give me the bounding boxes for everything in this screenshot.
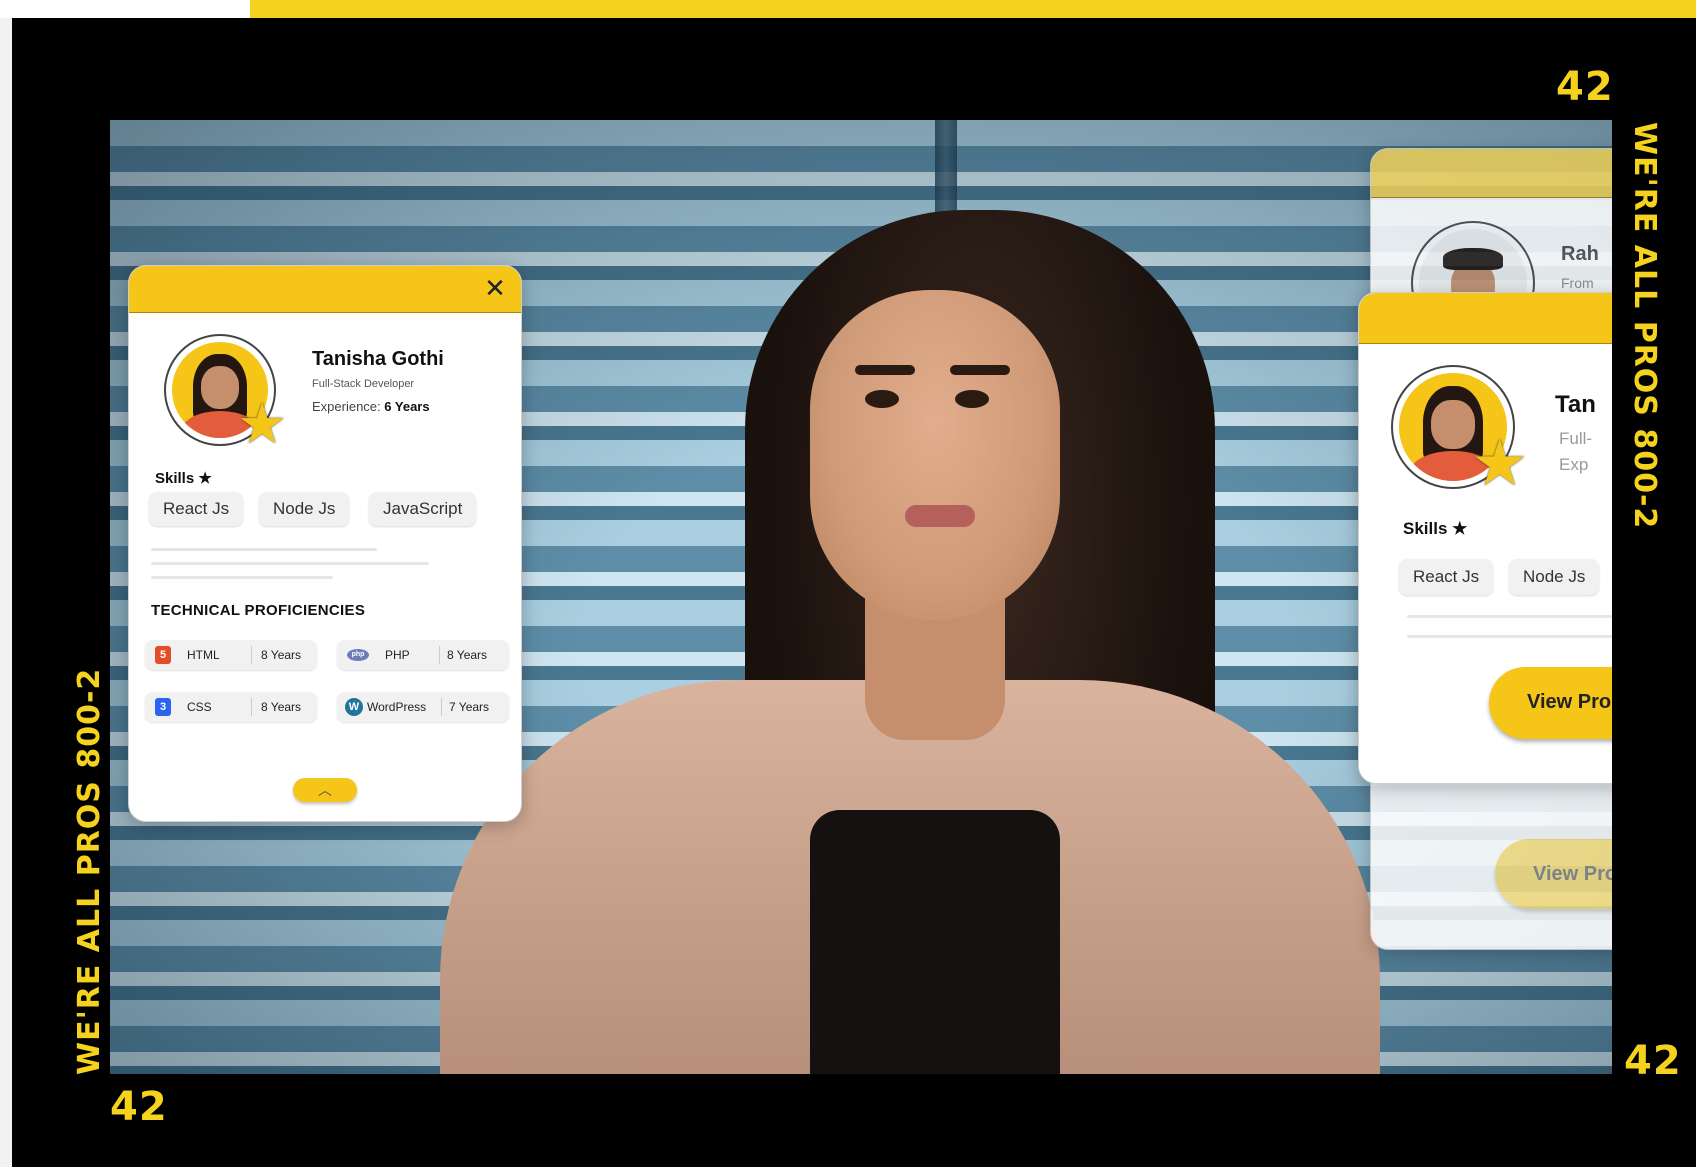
- page-number-bottom-left: 42: [110, 1084, 168, 1130]
- side-text-left: WE'RE ALL PROS 800-2: [72, 667, 107, 1075]
- background-card-header: [1371, 149, 1612, 198]
- skill-chip[interactable]: JavaScript: [369, 492, 477, 526]
- hero-photo: ✕ ★ Tanisha Gothi Full-Stack Developer E…: [110, 120, 1612, 1074]
- person-lips: [905, 505, 975, 527]
- star-icon: ★: [237, 392, 288, 455]
- proficiency-name: CSS: [187, 700, 212, 714]
- star-icon: ★: [1471, 427, 1529, 499]
- secondary-skills-title: Skills ★: [1403, 519, 1468, 538]
- left-eyebrow: [855, 365, 915, 375]
- placeholder-line: [151, 548, 377, 551]
- avatar-hair: [1442, 248, 1504, 271]
- collapse-button[interactable]: ︿: [293, 778, 357, 802]
- secondary-profile-experience: Exp: [1559, 455, 1589, 474]
- divider: [251, 698, 252, 716]
- person-top: [810, 810, 1060, 1074]
- html5-icon: 5: [155, 646, 171, 664]
- left-eye: [865, 390, 899, 408]
- proficiency-years: 8 Years: [447, 648, 488, 662]
- person-face: [810, 290, 1060, 620]
- placeholder-line: [1407, 635, 1612, 638]
- secondary-card-header: [1359, 293, 1612, 344]
- page: 42 42 42 WE'RE ALL PROS 800-2 WE'RE ALL …: [0, 0, 1696, 1167]
- top-white-strip: [0, 0, 250, 18]
- secondary-profile-card: ★ Tan Full- Exp Skills ★ React Js Node J…: [1358, 292, 1612, 784]
- php-icon: php: [347, 649, 369, 661]
- avatar-face: [1431, 400, 1475, 449]
- background-profile-name: Rah: [1561, 243, 1599, 265]
- placeholder-line: [151, 576, 333, 579]
- secondary-profile-role: Full-: [1559, 429, 1593, 448]
- skill-chip[interactable]: React Js: [1399, 559, 1494, 595]
- experience-label: Experience:: [312, 399, 381, 414]
- skill-chip[interactable]: Node Js: [259, 492, 350, 526]
- avatar-face: [200, 366, 240, 410]
- css3-icon: 3: [155, 698, 171, 716]
- left-edge-strip: [0, 0, 12, 1167]
- proficiency-years: 8 Years: [261, 648, 302, 662]
- proficiency-css: 3 CSS 8 Years: [145, 692, 317, 722]
- experience-value: 6 Years: [384, 399, 430, 414]
- proficiency-name: WordPress: [367, 700, 427, 714]
- proficiency-php: php PHP 8 Years: [337, 640, 509, 670]
- side-text-right: WE'RE ALL PROS 800-2: [1627, 122, 1662, 530]
- page-number-bottom-right: 42: [1624, 1038, 1682, 1084]
- divider: [439, 646, 440, 664]
- profile-experience: Experience: 6 Years: [312, 399, 430, 414]
- top-accent-bar: [235, 0, 1696, 18]
- profile-card-header: [129, 266, 521, 313]
- placeholder-line: [1407, 615, 1612, 618]
- background-profile-role: From: [1561, 275, 1594, 291]
- proficiency-years: 7 Years: [449, 700, 490, 714]
- chevron-up-icon: ︿: [318, 782, 332, 798]
- proficiency-html: 5 HTML 8 Years: [145, 640, 317, 670]
- wordpress-icon: W: [345, 698, 363, 716]
- right-eyebrow: [950, 365, 1010, 375]
- skill-chip[interactable]: Node Js: [1509, 559, 1600, 595]
- skills-title: Skills ★: [155, 470, 212, 487]
- right-eye: [955, 390, 989, 408]
- profile-card: ✕ ★ Tanisha Gothi Full-Stack Developer E…: [128, 265, 522, 822]
- secondary-profile-name: Tan: [1555, 391, 1596, 418]
- proficiency-wordpress: W WordPress 7 Years: [337, 692, 509, 722]
- close-icon[interactable]: ✕: [483, 275, 507, 301]
- skill-chip[interactable]: React Js: [149, 492, 244, 526]
- faded-view-profile-button[interactable]: View Pro: [1495, 839, 1612, 909]
- divider: [441, 698, 442, 716]
- proficiency-name: HTML: [187, 648, 220, 662]
- profile-name: Tanisha Gothi: [312, 348, 444, 370]
- profile-role: Full-Stack Developer: [312, 378, 415, 390]
- divider: [251, 646, 252, 664]
- placeholder-line: [151, 562, 429, 565]
- page-number-top-right: 42: [1556, 64, 1614, 110]
- proficiency-years: 8 Years: [261, 700, 302, 714]
- technical-proficiencies-title: TECHNICAL PROFICIENCIES: [151, 602, 366, 619]
- proficiency-name: PHP: [385, 648, 410, 662]
- view-profile-button[interactable]: View Pro: [1489, 667, 1612, 739]
